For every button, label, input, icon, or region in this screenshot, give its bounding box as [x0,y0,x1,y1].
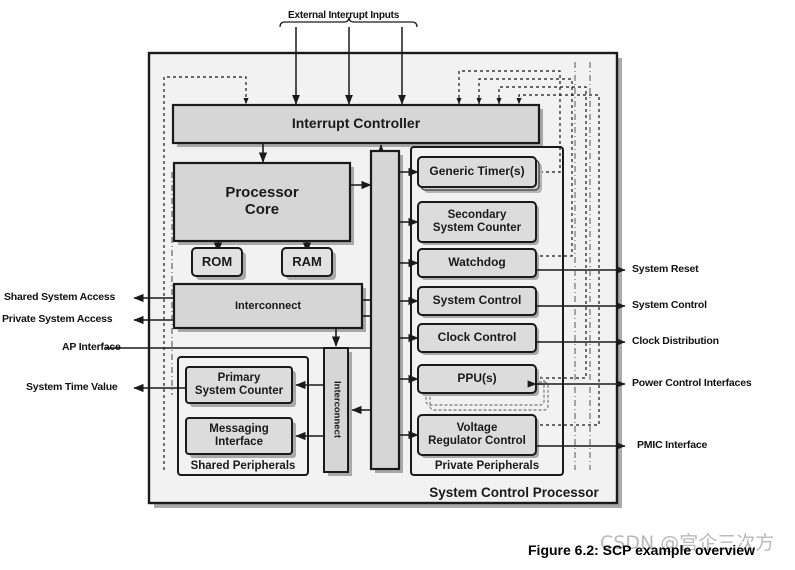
right-label-power-control-interfaces: Power Control Interfaces [632,377,752,389]
right-label-pmic-interface: PMIC Interface [637,439,708,451]
block-interconnect-main [172,282,364,330]
block-rom [191,247,243,277]
block-voltage-regulator-control [417,414,537,456]
block-interconnect-shared [323,347,349,473]
external-interrupt-inputs-label: External Interrupt Inputs [288,10,400,21]
scp-block-diagram [106,16,626,508]
block-watchdog [417,248,537,278]
block-primary-system-counter [185,366,293,404]
right-label-system-reset: System Reset [632,263,699,275]
left-label-shared-system-access: Shared System Access [4,291,116,303]
block-clock-control [417,323,537,353]
block-messaging-interface [185,417,293,455]
block-interconnect-center [369,149,401,471]
left-label-private-system-access: Private System Access [2,313,113,325]
figure-caption: Figure 6.2: SCP example overview [528,542,755,558]
right-label-system-control: System Control [632,299,707,311]
figure-canvas: External Interrupt Inputs Interrupt Cont… [0,0,795,570]
block-generic-timers [417,156,537,188]
block-secondary-system-counter [417,201,537,243]
right-label-clock-distribution: Clock Distribution [632,335,719,347]
block-processor-core [172,161,352,243]
block-ppus [417,364,537,394]
left-label-ap-interface: AP Interface [62,341,121,353]
block-ram [281,247,333,277]
block-system-control [417,286,537,316]
left-label-system-time-value: System Time Value [26,381,118,393]
block-interrupt-controller [171,103,541,145]
